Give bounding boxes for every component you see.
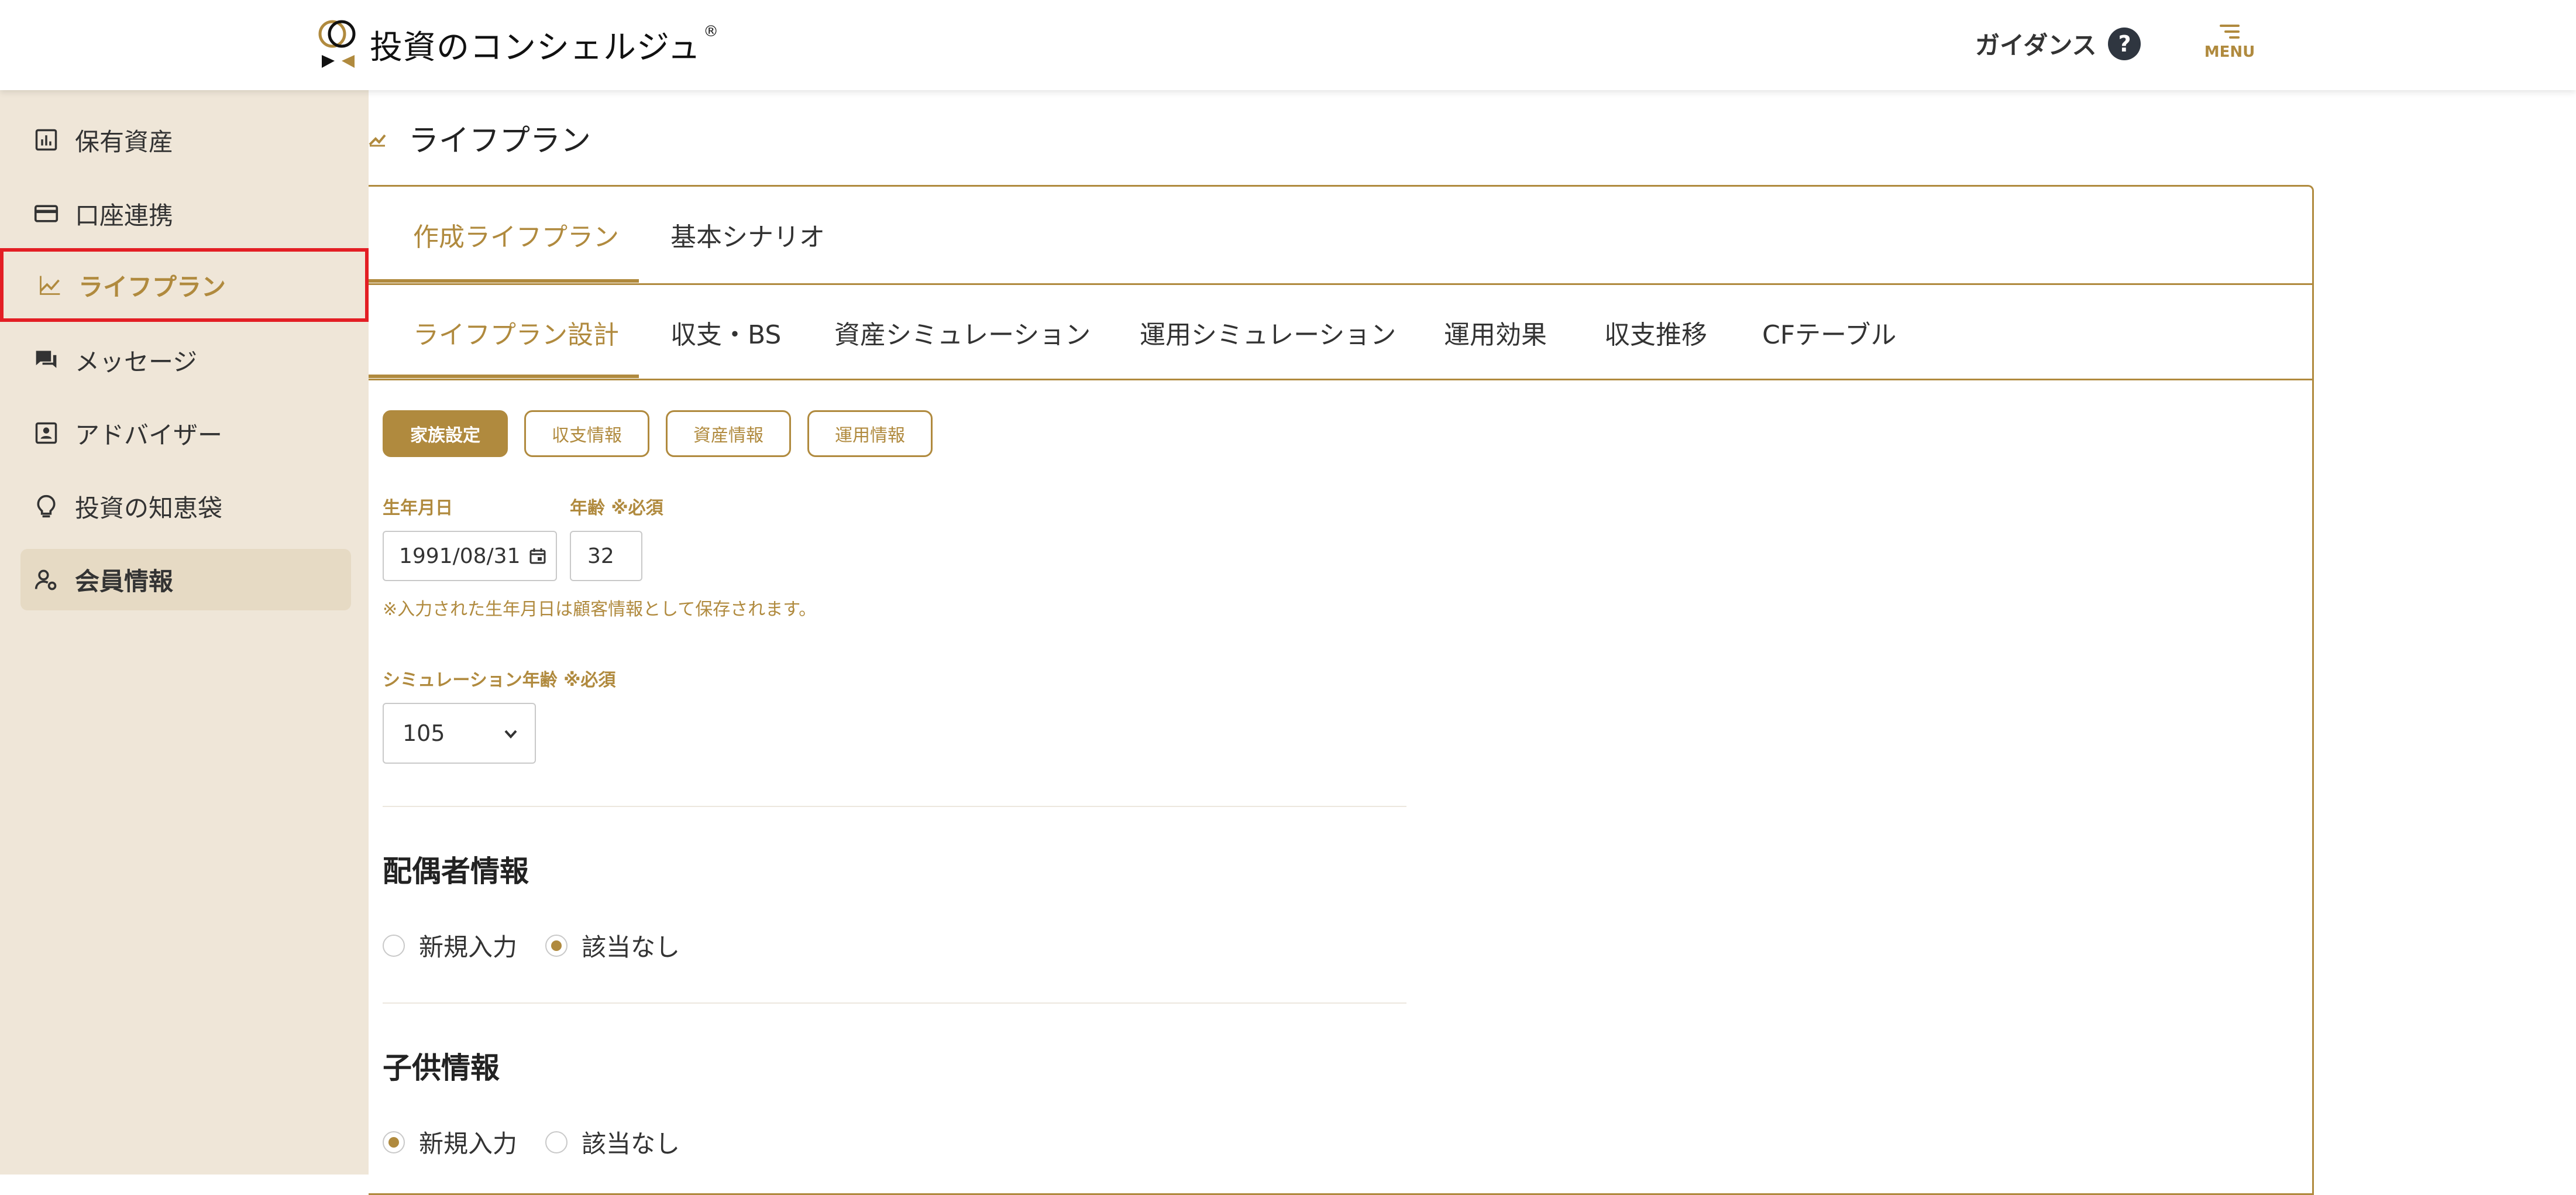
sidebar-item-account-link[interactable]: 口座連携 — [0, 177, 369, 250]
age-input[interactable]: 32 — [570, 531, 642, 581]
logo-text: 投資のコンシェルジュ — [370, 28, 701, 67]
tab-investment-effect[interactable]: 運用効果 — [1444, 314, 1547, 351]
sidebar-item-label: メッセージ — [75, 347, 198, 376]
sidebar-item-advisor[interactable]: アドバイザー — [0, 396, 369, 470]
children-none-radio[interactable] — [545, 1131, 568, 1153]
section-divider — [383, 806, 1406, 807]
user-settings-icon — [33, 566, 60, 593]
menu-button[interactable]: MENU — [2203, 21, 2256, 61]
birthdate-note: ※入力された生年月日は顧客情報として保存されます。 — [383, 599, 817, 620]
lightbulb-icon — [33, 493, 60, 520]
logo-rings-icon — [318, 20, 356, 68]
sidebar-item-holdings[interactable]: 保有資産 — [0, 103, 369, 177]
guidance-label: ガイダンス — [1975, 31, 2097, 60]
sidebar-item-lifeplan[interactable]: ライフプラン — [0, 248, 369, 322]
chip-income-info[interactable]: 収支情報 — [524, 410, 649, 457]
help-icon: ? — [2108, 27, 2141, 60]
tab-asset-simulation[interactable]: 資産シミュレーション — [834, 314, 1091, 351]
menu-label: MENU — [2204, 43, 2255, 61]
section-divider — [383, 1002, 1406, 1004]
tab-lifeplan-design[interactable]: ライフプラン設計 — [413, 314, 619, 351]
spouse-radio-group: 新規入力 該当なし — [383, 928, 708, 963]
tab-cf-table[interactable]: CFテーブル — [1762, 314, 1896, 351]
app-header: 投資のコンシェルジュ ® ガイダンス ? MENU — [0, 0, 2576, 90]
guidance-button[interactable]: ガイダンス ? — [1975, 26, 2141, 61]
hamburger-icon — [2220, 25, 2240, 39]
birthdate-input[interactable]: 1991/08/31 — [383, 531, 557, 581]
sidebar-item-label: 口座連携 — [75, 201, 174, 230]
secondary-tabs: ライフプラン設計 収支・BS 資産シミュレーション 運用シミュレーション 運用効… — [369, 283, 2312, 380]
sidebar-item-label: 投資の知恵袋 — [75, 493, 223, 523]
spouse-none-label[interactable]: 該当なし — [582, 928, 680, 963]
spouse-none-radio[interactable] — [545, 934, 568, 957]
bar-chart-icon — [33, 126, 60, 153]
spouse-new-label[interactable]: 新規入力 — [419, 928, 517, 963]
age-label: 年齢 ※必須 — [570, 498, 663, 518]
chip-family-settings[interactable]: 家族設定 — [383, 410, 508, 457]
chip-investment-info[interactable]: 運用情報 — [807, 410, 933, 457]
chat-icon — [33, 346, 60, 373]
simulation-age-select[interactable]: 105 — [383, 703, 536, 764]
settings-chip-group: 家族設定 収支情報 資産情報 運用情報 — [383, 410, 949, 457]
sidebar-item-label: アドバイザー — [75, 420, 223, 449]
spouse-new-radio[interactable] — [383, 934, 405, 957]
credit-card-icon — [33, 200, 60, 227]
sidebar-item-investment-tips[interactable]: 投資の知恵袋 — [0, 469, 369, 543]
primary-tabs: 作成ライフプラン 基本シナリオ — [369, 187, 2312, 285]
lifeplan-card: 作成ライフプラン 基本シナリオ ライフプラン設計 収支・BS 資産シミュレーショ… — [369, 185, 2314, 1195]
tab-investment-simulation[interactable]: 運用シミュレーション — [1140, 314, 1396, 351]
children-none-label[interactable]: 該当なし — [582, 1124, 680, 1160]
primary-tab-underline — [369, 279, 639, 283]
trending-up-icon — [369, 134, 386, 146]
birthdate-value: 1991/08/31 — [399, 544, 521, 568]
contact-card-icon — [33, 420, 60, 447]
tab-income-bs[interactable]: 収支・BS — [670, 314, 781, 351]
sidebar-item-label: 会員情報 — [75, 567, 174, 596]
calendar-icon[interactable] — [529, 547, 546, 565]
tab-base-scenario[interactable]: 基本シナリオ — [670, 216, 825, 253]
tab-created-lifeplan[interactable]: 作成ライフプラン — [413, 216, 619, 253]
sidebar-item-label: 保有資産 — [75, 127, 174, 156]
simulation-age-label: シミュレーション年齢 ※必須 — [383, 670, 616, 691]
spouse-section-title: 配偶者情報 — [383, 854, 529, 888]
children-radio-group: 新規入力 該当なし — [383, 1124, 708, 1160]
chip-asset-info[interactable]: 資産情報 — [666, 410, 791, 457]
logo[interactable]: 投資のコンシェルジュ ® — [315, 18, 718, 71]
children-new-radio[interactable] — [383, 1131, 405, 1153]
tab-income-trend[interactable]: 収支推移 — [1604, 314, 1707, 351]
sidebar-item-label: ライフプラン — [78, 272, 226, 301]
sidebar: 保有資産口座連携ライフプラン メッセージアドバイザー 投資の知恵袋 会員情報 — [0, 90, 369, 1175]
registered-mark: ® — [703, 23, 719, 40]
sidebar-item-messages[interactable]: メッセージ — [0, 323, 369, 397]
sidebar-item-member-info[interactable]: 会員情報 — [20, 549, 351, 610]
page-title: ライフプラン — [408, 123, 591, 159]
age-value: 32 — [587, 544, 614, 568]
children-new-label[interactable]: 新規入力 — [419, 1124, 517, 1160]
page-title-row: ライフプラン — [369, 116, 591, 160]
simulation-age-value: 105 — [403, 720, 445, 746]
chevron-down-icon — [504, 730, 517, 739]
children-section-title: 子供情報 — [383, 1051, 500, 1085]
birthdate-label: 生年月日 — [383, 498, 453, 518]
trending-up-icon — [36, 272, 63, 298]
secondary-tab-underline — [369, 375, 639, 378]
